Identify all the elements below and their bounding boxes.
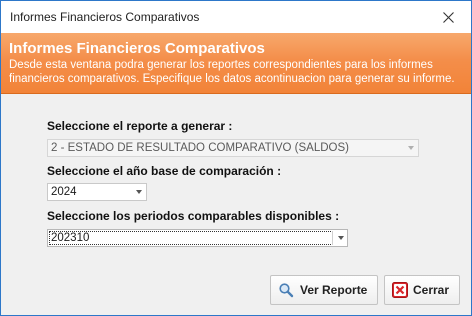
close-label: Cerrar — [413, 283, 450, 297]
report-select[interactable]: 2 - ESTADO DE RESULTADO COMPARATIVO (SAL… — [47, 139, 419, 157]
dropdown-separator — [332, 231, 333, 245]
chevron-down-icon — [136, 190, 142, 194]
banner-title: Informes Financieros Comparativos — [9, 40, 265, 57]
window-title: Informes Financieros Comparativos — [10, 10, 200, 24]
view-report-label: Ver Reporte — [300, 283, 368, 297]
periods-select[interactable]: 202310 — [47, 229, 348, 247]
year-label: Seleccione el año base de comparación : — [47, 164, 282, 178]
periods-select-value: 202310 — [51, 232, 90, 244]
year-select[interactable]: 2024 — [47, 183, 147, 201]
report-select-value: 2 - ESTADO DE RESULTADO COMPARATIVO (SAL… — [51, 142, 349, 154]
chevron-down-icon — [408, 146, 414, 150]
year-select-value: 2024 — [51, 186, 77, 198]
close-icon — [442, 11, 454, 23]
banner-description: Desde esta ventana podra generar los rep… — [9, 59, 455, 85]
chevron-down-icon — [338, 236, 344, 240]
magnifier-icon — [277, 281, 295, 299]
focus-outline — [49, 231, 333, 245]
header-banner: Informes Financieros Comparativos Desde … — [1, 33, 471, 94]
window-close-button[interactable] — [425, 1, 471, 33]
red-x-icon — [391, 281, 409, 299]
title-bar: Informes Financieros Comparativos — [1, 1, 471, 33]
dialog-window: Informes Financieros Comparativos Inform… — [0, 0, 472, 316]
report-label: Seleccione el reporte a generar : — [47, 119, 233, 133]
periods-label: Seleccione los periodos comparables disp… — [47, 209, 340, 223]
view-report-button[interactable]: Ver Reporte — [270, 275, 378, 305]
close-button[interactable]: Cerrar — [384, 275, 460, 305]
